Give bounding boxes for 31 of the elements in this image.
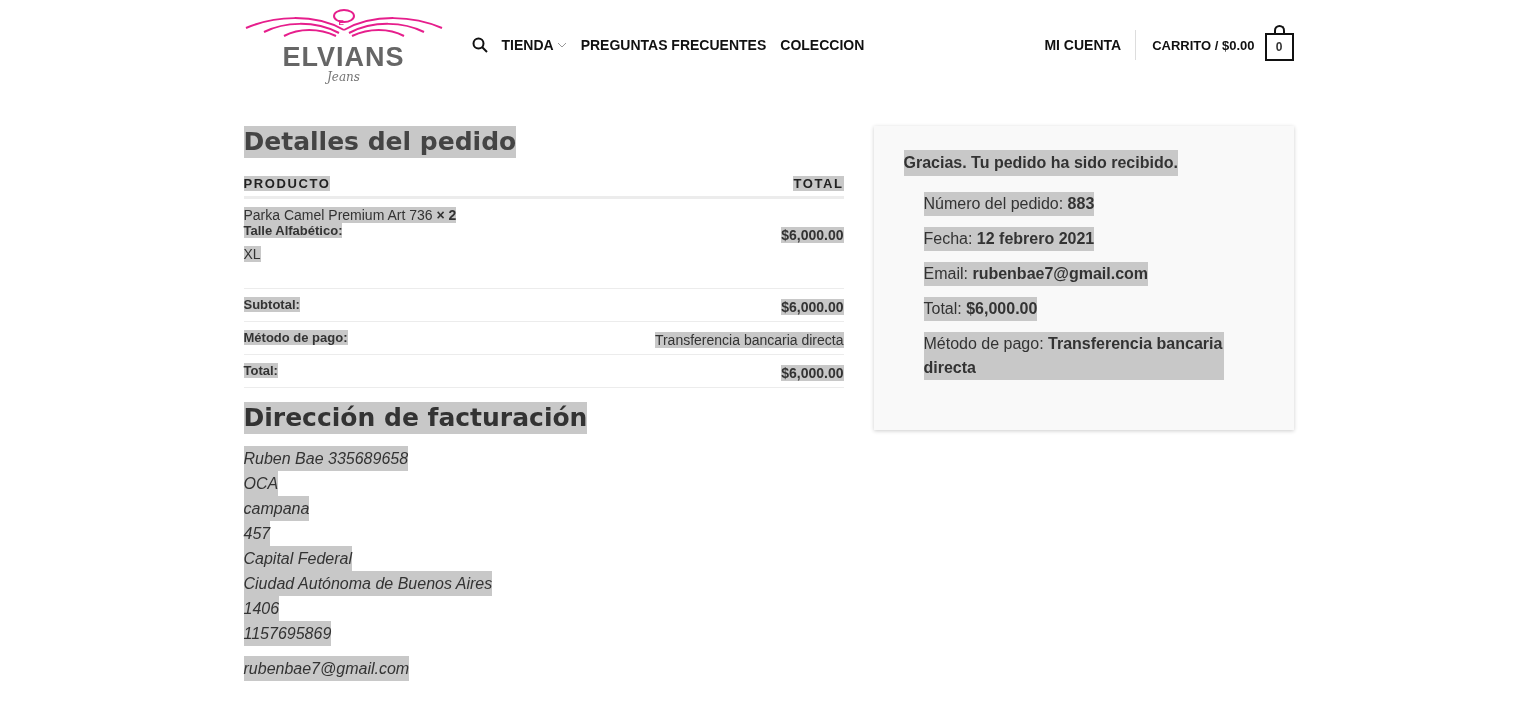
line-total: $6,000.00: [781, 226, 844, 243]
cart-link[interactable]: CARRITO / $0.00: [1152, 37, 1255, 53]
total-value: $6,000.00: [781, 299, 844, 315]
order-info: Fecha: 12 febrero 2021: [923, 227, 1095, 251]
order-info: Email: rubenbae7@gmail.com: [923, 262, 1149, 286]
caret-icon: [556, 42, 567, 48]
logo-tagline: Jeans: [327, 70, 360, 83]
section-title: Detalles del pedido: [243, 126, 517, 158]
nav-link[interactable]: TIENDA: [501, 37, 567, 53]
billing-email: rubenbae7@gmail.com: [243, 656, 410, 681]
section-title: Dirección de facturación: [243, 402, 588, 434]
account-link[interactable]: MI CUENTA: [1044, 30, 1137, 60]
order-info: Total: $6,000.00: [923, 297, 1038, 321]
column-header: PRODUCTO: [243, 176, 331, 191]
total-label: Total:: [243, 363, 278, 378]
logo-brand: ELVIANS: [282, 43, 405, 71]
attribute-label: Talle Alfabético:: [243, 223, 343, 238]
total-label: Método de pago:: [243, 330, 348, 345]
total-value: $6,000.00: [781, 365, 844, 381]
total-value: Transferencia bancaria directa: [654, 332, 844, 348]
order-info: Número del pedido: 883: [923, 192, 1095, 216]
attribute-value: XL: [243, 246, 261, 262]
success-notice: Gracias. Tu pedido ha sido recibido.: [903, 150, 1178, 176]
product-name: Parka Camel Premium Art 736 × 2: [243, 207, 457, 223]
wings-icon: [243, 7, 444, 38]
nav-link[interactable]: COLECCION: [780, 37, 865, 53]
order-info: Método de pago: Transferencia bancaria directa: [923, 332, 1224, 380]
column-header: TOTAL: [793, 176, 844, 191]
nav-link[interactable]: PREGUNTAS FRECUENTES: [580, 37, 767, 53]
search-icon[interactable]: [471, 37, 488, 53]
total-label: Subtotal:: [243, 297, 300, 312]
